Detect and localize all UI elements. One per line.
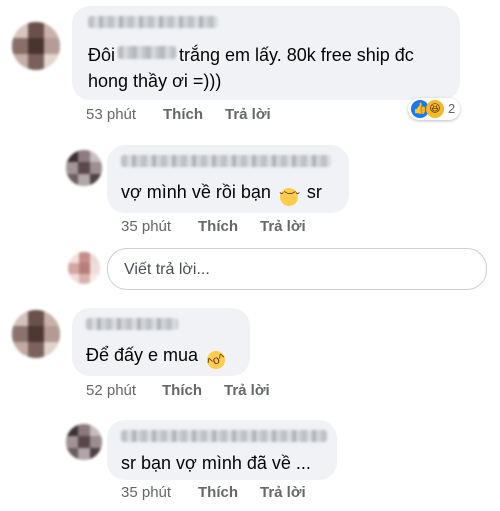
reply-button[interactable]: Trả lời (260, 484, 306, 501)
reply-bubble: sr bạn vợ mình đã về ... (107, 420, 337, 480)
reply-input[interactable] (122, 257, 466, 283)
timestamp[interactable]: 35 phút (121, 218, 171, 235)
haha-reaction-icon: 😆 (426, 100, 444, 118)
reply-button[interactable]: Trả lời (260, 218, 306, 235)
avatar[interactable] (12, 310, 60, 358)
author-name[interactable] (88, 16, 218, 28)
reply-bubble: vợ mình về rồi bạn ˘︶˘ sr (107, 145, 349, 213)
like-button[interactable]: Thích (198, 484, 238, 501)
author-name[interactable] (121, 430, 327, 442)
reply-input-box[interactable] (107, 248, 487, 290)
timestamp[interactable]: 35 phút (121, 484, 171, 501)
comment-text: Để đấy e mua ^o^ (86, 345, 228, 372)
like-button[interactable]: Thích (162, 382, 202, 399)
avatar[interactable] (66, 150, 102, 186)
reply-button[interactable]: Trả lời (225, 106, 271, 123)
like-button[interactable]: Thích (163, 106, 203, 123)
comment-bubble: Để đấy e mua ^o^ (72, 308, 250, 376)
reply-text: vợ mình về rồi bạn ˘︶˘ sr (121, 182, 322, 206)
timestamp[interactable]: 52 phút (86, 382, 136, 399)
comment-actions: 52 phút Thích Trả lời (86, 382, 286, 402)
comment-text-line2: hong thầy ơi =))) (88, 71, 222, 91)
author-name[interactable] (86, 318, 178, 330)
reply-actions: 35 phút Thích Trả lời (121, 484, 321, 504)
current-user-avatar (68, 252, 100, 284)
reply-actions: 35 phút Thích Trả lời (121, 218, 321, 238)
pensive-face-icon: ˘︶˘ (279, 188, 300, 206)
comment-text: Đôi trắng em lấy. 80k free ship đc (88, 45, 414, 65)
avatar[interactable] (12, 22, 60, 70)
redacted-word (118, 46, 177, 59)
timestamp[interactable]: 53 phút (86, 106, 136, 123)
reply-text: sr bạn vợ mình đã về ... (121, 453, 311, 473)
rolling-laughing-icon: ^o^ (204, 348, 228, 372)
reaction-count: 2 (448, 101, 456, 116)
avatar[interactable] (66, 424, 102, 460)
comment-actions: 53 phút Thích Trả lời (86, 106, 286, 126)
like-button[interactable]: Thích (198, 218, 238, 235)
reply-button[interactable]: Trả lời (224, 382, 270, 399)
author-name[interactable] (121, 155, 331, 167)
reaction-summary[interactable]: 👍 😆 2 (408, 98, 460, 120)
comment-bubble: Đôi trắng em lấy. 80k free ship đc hong t… (72, 6, 460, 100)
